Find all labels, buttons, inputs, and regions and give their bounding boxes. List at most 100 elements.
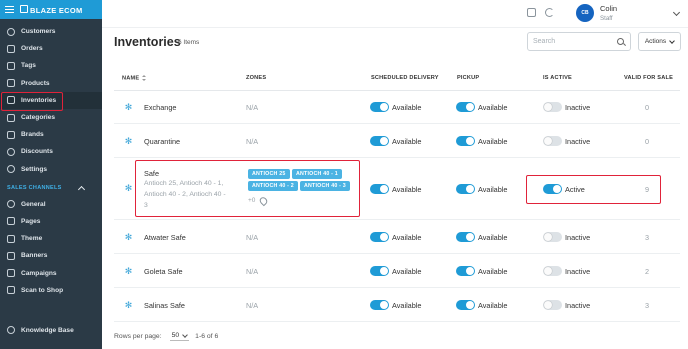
sidebar-item-theme[interactable]: Theme [0,230,102,247]
sidebar-item-scan-to-shop[interactable]: Scan to Shop [0,282,102,299]
search-input[interactable]: Search [527,32,631,51]
sidebar-item-label: Tags [21,62,36,70]
sales-channels-section[interactable]: SALES CHANNELS [0,181,102,196]
chevron-down-icon [669,37,675,44]
sidebar-item-pages[interactable]: Pages [0,213,102,230]
rows-per-page-select[interactable]: 50 [169,331,190,341]
sidebar-item-discounts[interactable]: Discounts [0,143,102,160]
delivery-toggle[interactable] [370,266,389,276]
delivery-toggle[interactable] [370,184,389,194]
sidebar-item-knowledge-base[interactable]: Knowledge Base [0,322,102,339]
active-toggle[interactable] [543,102,562,112]
sidebar-item-products[interactable]: Products [0,75,102,92]
inventory-name[interactable]: Salinas Safe [144,301,185,310]
logo-icon [20,4,28,13]
cannabis-leaf-icon: ✻ [124,300,133,310]
sidebar-item-banners[interactable]: Banners [0,247,102,264]
active-toggle[interactable] [543,136,562,146]
zones-value: N/A [246,301,259,310]
delivery-toggle[interactable] [370,300,389,310]
sidebar-item-label: Orders [21,45,43,53]
discount-icon [7,147,15,156]
delivery-toggle[interactable] [370,136,389,146]
pickup-toggle[interactable] [456,102,475,112]
sidebar-item-categories[interactable]: Categories [0,109,102,126]
inventory-name[interactable]: Atwater Safe [144,233,186,242]
sidebar-item-label: Theme [21,235,43,243]
delivery-toggle[interactable] [370,102,389,112]
hamburger-menu-icon[interactable] [5,6,14,13]
top-bar: CB Colin Staff [102,0,688,28]
theme-icon [7,234,15,243]
zones-value: N/A [246,137,259,146]
active-toggle[interactable] [543,232,562,242]
user-name[interactable]: Colin [600,4,617,13]
valid-for-sale-count: 3 [645,233,650,242]
chevron-down-icon[interactable] [672,8,681,17]
sidebar-item-general[interactable]: General [0,196,102,213]
column-header-is-active: IS ACTIVE [543,75,572,81]
zones-value: N/A [246,267,259,276]
refresh-icon[interactable] [545,8,554,17]
delivery-toggle[interactable] [370,232,389,242]
pickup-toggle[interactable] [456,266,475,276]
actions-label: Actions [644,38,667,45]
search-icon[interactable] [617,38,624,45]
valid-for-sale-count: 3 [645,301,650,310]
table-row[interactable]: ✻ Atwater Safe N/A Available Available I… [114,220,680,254]
sidebar-item-customers[interactable]: Customers [0,23,102,40]
sidebar-item-tags[interactable]: Tags [0,57,102,74]
pagination: Rows per page: 50 1-6 of 6 [114,331,218,341]
sidebar-item-label: Banners [21,252,48,260]
avatar[interactable]: CB [576,4,594,22]
column-header-valid-for-sale: VALID FOR SALE [624,75,673,81]
active-toggle[interactable] [543,266,562,276]
pickup-toggle[interactable] [456,232,475,242]
column-header-pickup: PICKUP [457,75,480,81]
inventory-name[interactable]: Exchange [144,103,176,112]
gift-icon[interactable] [527,8,536,17]
chevron-up-icon[interactable] [77,186,86,194]
products-icon [7,79,15,88]
sidebar-item-label: Scan to Shop [21,286,64,294]
cannabis-leaf-icon: ✻ [124,266,133,276]
pickup-status: Available [478,301,508,310]
active-toggle[interactable] [543,300,562,310]
sidebar-item-label: Inventories [21,96,57,104]
sidebar-item-orders[interactable]: Orders [0,40,102,57]
active-status: Inactive [565,267,591,276]
inventory-name[interactable]: Quarantine [144,137,180,146]
sort-icon[interactable] [142,75,147,81]
highlight-box [526,175,661,204]
delivery-status: Available [392,233,422,242]
sidebar-item-label: Campaigns [21,269,57,277]
sidebar-item-campaigns[interactable]: Campaigns [0,264,102,281]
cannabis-leaf-icon: ✻ [124,183,133,193]
column-header-name[interactable]: NAME [122,75,147,82]
page-title: Inventories [114,35,181,49]
table-row[interactable]: ✻ Goleta Safe N/A Available Available In… [114,254,680,288]
pickup-toggle[interactable] [456,136,475,146]
pickup-status: Available [478,233,508,242]
inventory-name[interactable]: Goleta Safe [144,267,183,276]
table-row[interactable]: ✻ Exchange N/A Available Available Inact… [114,91,680,124]
sidebar-item-inventories[interactable]: Inventories [0,91,102,111]
sidebar-item-label: General [21,200,46,208]
scan-icon [7,286,15,295]
pickup-status: Available [478,103,508,112]
avatar-initials: CB [581,10,589,16]
table-row[interactable]: ✻ Salinas Safe N/A Available Available I… [114,288,680,322]
sidebar-item-settings[interactable]: Settings [0,161,102,178]
header-label: NAME [122,75,140,82]
campaign-icon [7,269,15,278]
active-status: Inactive [565,103,591,112]
pickup-toggle[interactable] [456,300,475,310]
table-row[interactable]: ✻ Quarantine N/A Available Available Ina… [114,124,680,158]
brand-logo[interactable]: BLAZE ECOM [20,4,83,15]
actions-button[interactable]: Actions [638,32,681,51]
sidebar-item-label: Customers [21,28,56,36]
sidebar-item-label: Discounts [21,148,53,156]
pickup-toggle[interactable] [456,184,475,194]
sidebar-item-label: Categories [21,114,56,122]
sidebar-item-brands[interactable]: Brands [0,126,102,143]
